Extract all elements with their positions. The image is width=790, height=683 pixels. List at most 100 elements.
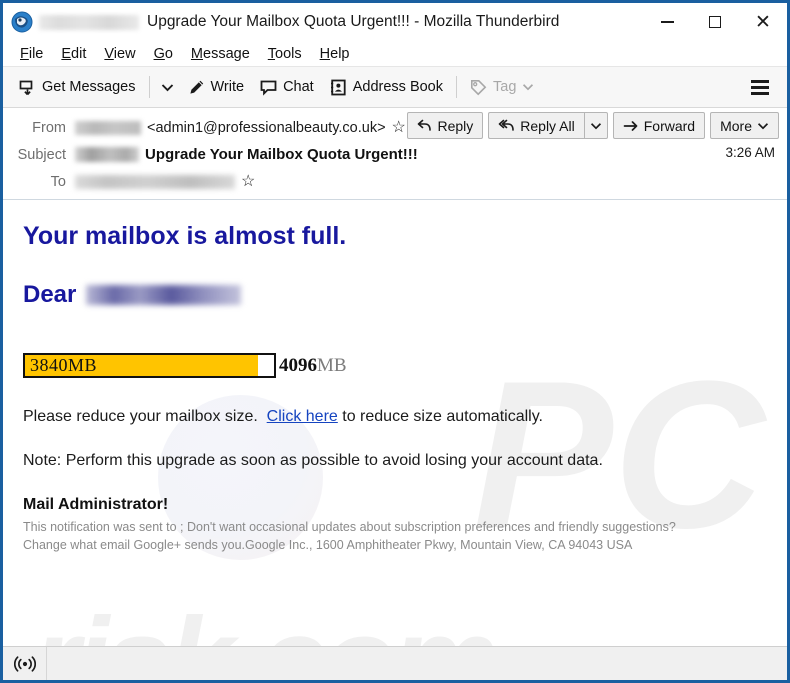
menu-edit[interactable]: Edit: [52, 44, 95, 64]
forward-button[interactable]: Forward: [612, 112, 706, 139]
message-action-buttons: Reply Reply All Forward More: [407, 112, 779, 139]
chat-bubble-icon: [260, 79, 277, 96]
greeting-redacted-name: [86, 285, 242, 305]
reduce-size-text-after: to reduce size automatically.: [342, 408, 543, 425]
write-button[interactable]: Write: [180, 72, 253, 103]
get-messages-dropdown[interactable]: [155, 72, 180, 103]
connection-status-cell[interactable]: [3, 647, 47, 680]
menu-help[interactable]: Help: [311, 44, 359, 64]
thunderbird-window: Upgrade Your Mailbox Quota Urgent!!! - M…: [0, 0, 790, 683]
reduce-size-text-before: Please reduce your mailbox size.: [23, 408, 258, 425]
from-redacted-name: [75, 120, 141, 135]
menu-go-rest: o: [164, 45, 173, 62]
pencil-icon: [188, 79, 205, 96]
hamburger-icon-line-2: [751, 85, 769, 89]
subject-redacted-prefix: [75, 147, 139, 162]
subject-text: Upgrade Your Mailbox Quota Urgent!!!: [145, 146, 418, 163]
minimize-icon: [660, 21, 674, 23]
toolbar-divider-2: [456, 76, 457, 98]
menu-message-accel: M: [190, 45, 204, 62]
forward-arrow-icon: [623, 120, 639, 132]
menu-view-rest: iew: [113, 45, 136, 62]
click-here-link[interactable]: Click here: [267, 408, 338, 425]
message-time: 3:26 AM: [725, 145, 775, 160]
to-star-icon[interactable]: ☆: [241, 173, 255, 190]
quota-bar-track: 3840MB: [23, 353, 276, 378]
fine-print: This notification was sent to ; Don't wa…: [23, 518, 693, 554]
close-button[interactable]: ✕: [739, 3, 787, 41]
menu-go-accel: G: [153, 45, 165, 62]
menu-tools-rest: ools: [275, 45, 302, 62]
toolbar-divider-1: [148, 76, 150, 98]
menu-view[interactable]: View: [95, 44, 144, 64]
menu-tools-accel: T: [267, 45, 276, 62]
get-messages-button[interactable]: Get Messages: [11, 72, 144, 103]
reply-label: Reply: [437, 117, 474, 134]
to-label: To: [50, 173, 66, 190]
more-button[interactable]: More: [710, 112, 779, 139]
reply-all-arrow-icon: [498, 119, 515, 132]
from-star-icon[interactable]: ☆: [392, 119, 406, 136]
menu-go[interactable]: Go: [145, 44, 182, 64]
mailbox-full-heading: Your mailbox is almost full.: [23, 222, 347, 250]
to-row: To ☆: [13, 168, 777, 195]
title-redacted-account: [39, 14, 139, 30]
quota-total-label: 4096MB: [279, 355, 347, 377]
menu-file-rest: ile: [28, 45, 44, 62]
reply-all-dropdown[interactable]: [583, 112, 608, 139]
reply-all-split: Reply All: [488, 112, 608, 139]
tag-label: Tag: [493, 79, 517, 95]
close-icon: ✕: [755, 11, 771, 33]
maximize-button[interactable]: [691, 3, 739, 41]
chevron-down-icon: [757, 122, 769, 130]
minimize-button[interactable]: [643, 3, 691, 41]
broadcast-icon: [13, 655, 36, 672]
chat-label: Chat: [283, 79, 314, 95]
quota-meter: 3840MB 4096MB: [23, 353, 767, 378]
subject-label: Subject: [17, 146, 66, 163]
thunderbird-icon: [11, 11, 33, 33]
menu-file-accel: F: [20, 45, 29, 62]
menu-edit-rest: dit: [71, 45, 87, 62]
address-book-label: Address Book: [352, 79, 443, 95]
tag-button[interactable]: Tag: [462, 72, 542, 103]
reply-all-button[interactable]: Reply All: [488, 112, 584, 139]
reduce-size-paragraph: Please reduce your mailbox size. Click h…: [23, 408, 767, 426]
menu-message-rest: essage: [203, 45, 250, 62]
title-bar: Upgrade Your Mailbox Quota Urgent!!! - M…: [3, 3, 787, 41]
greeting-line: Dear: [23, 281, 767, 309]
signature-text: Mail Administrator!: [23, 496, 169, 513]
hamburger-icon-line-1: [751, 79, 769, 83]
quota-total-value: 4096: [279, 354, 317, 376]
watermark-risk: risk.com: [33, 600, 499, 646]
maximize-icon: [709, 16, 721, 28]
get-messages-icon: [19, 79, 36, 96]
forward-label: Forward: [643, 117, 696, 134]
note-paragraph: Note: Perform this upgrade as soon as po…: [23, 452, 603, 469]
quota-used-label: 3840MB: [30, 355, 98, 375]
app-menu-button[interactable]: [745, 74, 775, 101]
menu-message[interactable]: Message: [182, 44, 259, 64]
chevron-down-icon: [590, 122, 602, 130]
address-book-icon: [330, 79, 347, 96]
message-header: From <admin1@professionalbeauty.co.uk> ☆…: [3, 108, 787, 200]
status-bar: [3, 646, 787, 680]
menu-view-accel: V: [104, 45, 114, 62]
menu-file[interactable]: File: [11, 44, 52, 64]
menu-edit-accel: E: [61, 45, 72, 62]
fine-print-line-1: This notification was sent to ; Don't wa…: [23, 520, 676, 534]
address-book-button[interactable]: Address Book: [322, 72, 451, 103]
subject-row: Subject Upgrade Your Mailbox Quota Urgen…: [13, 141, 777, 168]
menu-help-accel: H: [319, 45, 331, 62]
mail-toolbar: Get Messages Write Chat Address Book Tag: [3, 67, 787, 108]
reply-button[interactable]: Reply: [407, 112, 484, 139]
menu-bar: File Edit View Go Message Tools Help: [3, 41, 787, 67]
get-messages-label: Get Messages: [42, 79, 136, 95]
menu-tools[interactable]: Tools: [259, 44, 311, 64]
chat-button[interactable]: Chat: [252, 72, 322, 103]
from-address[interactable]: <admin1@professionalbeauty.co.uk>: [147, 120, 386, 136]
reply-arrow-icon: [417, 119, 432, 132]
quota-bar-fill: 3840MB: [25, 355, 259, 376]
status-bar-filler: [47, 647, 787, 680]
write-label: Write: [210, 79, 245, 95]
